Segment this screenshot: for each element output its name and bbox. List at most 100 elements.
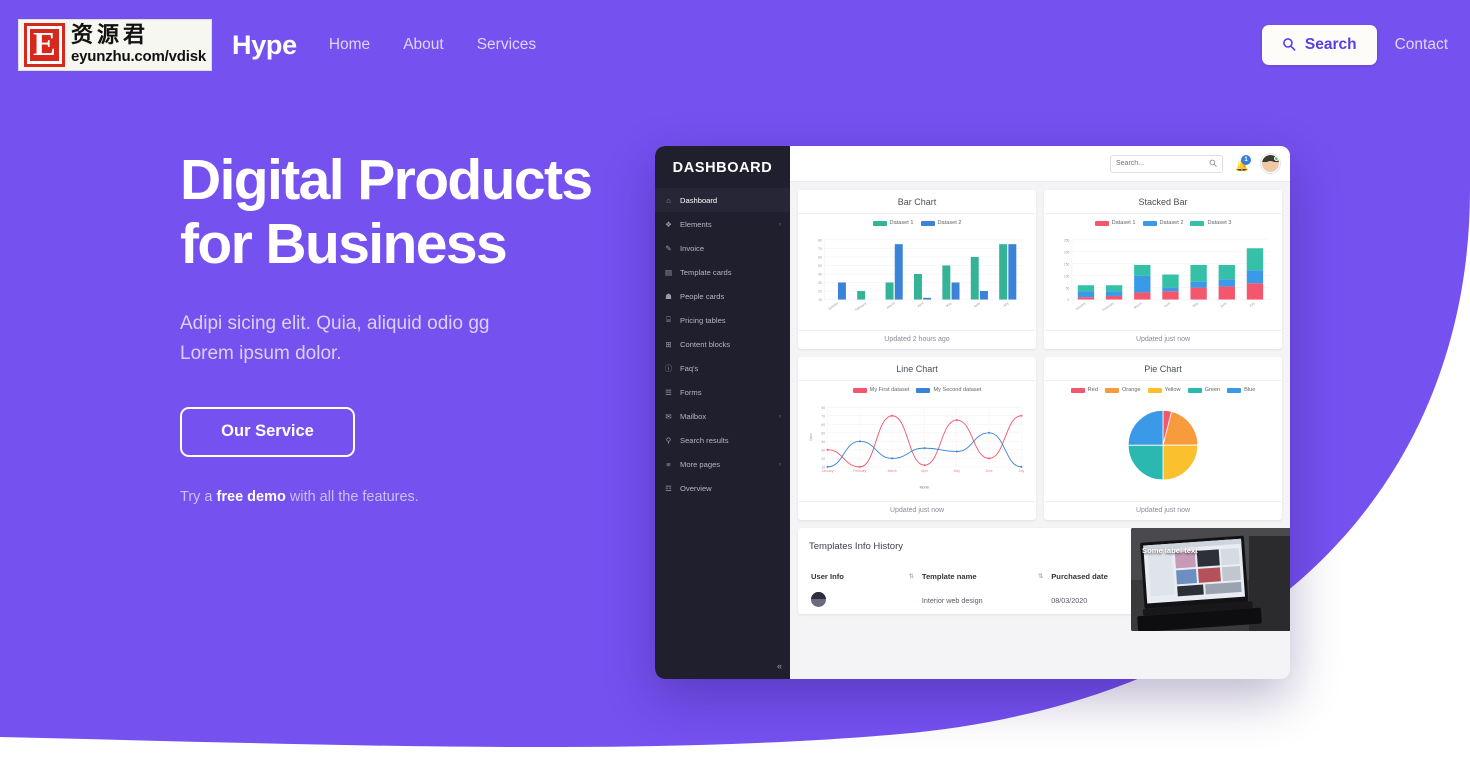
stacked-bar-chart-plot: 0 50 100 150 200 250 January February March April…: [1052, 228, 1274, 328]
navbar: E 资源君 eyunzhu.com/vdisk Hype Home About …: [0, 0, 1470, 90]
legend-entry[interactable]: My First dataset: [852, 387, 909, 393]
chevron-left-double-icon[interactable]: «: [777, 661, 782, 671]
pen-icon: ✎: [665, 243, 672, 253]
sidebar-item-label: Invoice: [680, 243, 705, 253]
line-chart-title: Line Chart: [798, 357, 1036, 381]
table-cell-user-info: [809, 587, 920, 614]
legend-label: Blue: [1244, 387, 1256, 393]
avatar-face: [1265, 161, 1276, 172]
bar-chart-footer: Updated 2 hours ago: [798, 330, 1036, 349]
home-icon: ⌂: [666, 195, 671, 205]
legend-swatch: [1142, 220, 1157, 226]
dashboard-topbar: 🔔 1: [790, 146, 1290, 182]
search-button[interactable]: Search: [1261, 25, 1377, 65]
sidebar-item-label: Search results: [680, 435, 729, 445]
table-title: Templates Info History: [809, 541, 903, 552]
legend-entry[interactable]: Dataset 3: [1190, 220, 1231, 226]
bar-chart-svg: 10 20 30 40 50 60 70 80 January February March Apri…: [818, 239, 1024, 312]
hero-note: Try a free demo with all the features.: [180, 489, 650, 505]
svg-text:June: June: [985, 469, 992, 473]
pie-chart-legend: Red Orange Yellow Green Blue: [1052, 387, 1274, 393]
table-column-header[interactable]: Template name ⇅: [920, 569, 1049, 587]
legend-swatch: [1190, 220, 1205, 226]
svg-text:March: March: [1133, 301, 1143, 310]
hero-title-line-2: for Business: [180, 212, 508, 277]
legend-entry[interactable]: My Second dataset: [916, 387, 981, 393]
legend-label: My Second dataset: [933, 387, 982, 393]
pie-chart-plot: [1052, 395, 1274, 497]
sidebar-item-faq-s[interactable]: ⓘ Faq's: [655, 356, 790, 380]
notifications-button[interactable]: 🔔 1: [1234, 154, 1251, 173]
search-icon: [1282, 37, 1296, 54]
search-icon: [1209, 159, 1217, 169]
legend-entry[interactable]: Orange: [1104, 387, 1141, 393]
legend-entry[interactable]: Dataset 2: [920, 220, 961, 226]
svg-text:30: 30: [821, 448, 825, 452]
nav-link-about[interactable]: About: [403, 36, 444, 54]
svg-text:250: 250: [1064, 239, 1070, 243]
svg-text:80: 80: [818, 239, 822, 243]
legend-swatch: [1147, 387, 1162, 393]
sidebar-item-pricing-tables[interactable]: ⌸ Pricing tables: [655, 308, 790, 332]
legend-entry[interactable]: Blue: [1227, 387, 1255, 393]
legend-entry[interactable]: Green: [1187, 387, 1220, 393]
dashboard-search-field[interactable]: [1110, 154, 1223, 173]
nav-link-home[interactable]: Home: [329, 36, 370, 54]
legend-entry[interactable]: Dataset 1: [872, 220, 914, 226]
svg-text:100: 100: [1064, 274, 1070, 278]
nav-link-contact[interactable]: Contact: [1395, 36, 1448, 54]
avatar[interactable]: [1261, 154, 1280, 173]
brand[interactable]: E 资源君 eyunzhu.com/vdisk Hype: [18, 19, 297, 71]
svg-text:Month: Month: [920, 485, 930, 489]
our-service-button[interactable]: Our Service: [180, 406, 355, 457]
dashboard-body: Bar Chart Dataset 1 Dataset 2 10 20 30 40 50 6…: [790, 182, 1290, 679]
dashboard-search-input[interactable]: [1116, 160, 1209, 167]
legend-label: Dataset 3: [1207, 220, 1232, 226]
sidebar-item-template-cards[interactable]: ▤ Template cards: [655, 260, 790, 284]
legend-entry[interactable]: Red: [1070, 387, 1098, 393]
line-chart-svg: 1020304050607080January February March Apri…: [809, 406, 1025, 490]
legend-entry[interactable]: Dataset 1: [1094, 220, 1136, 226]
sort-icon[interactable]: ⇅: [1038, 573, 1043, 580]
sidebar-item-elements[interactable]: ❖ Elements ›: [655, 212, 790, 236]
bar-chart-title: Bar Chart: [798, 190, 1036, 214]
sidebar-item-label: Content blocks: [680, 339, 731, 349]
legend-label: Orange: [1121, 387, 1141, 393]
brand-name[interactable]: Hype: [232, 30, 297, 61]
legend-entry[interactable]: Yellow: [1147, 387, 1181, 393]
nav-link-services[interactable]: Services: [477, 36, 536, 54]
sidebar-item-label: People cards: [680, 291, 725, 301]
logo-url-text: eyunzhu.com/vdisk: [71, 48, 206, 66]
svg-text:April: April: [916, 301, 924, 308]
legend-swatch: [1227, 387, 1242, 393]
sidebar-item-search-results[interactable]: ⚲ Search results: [655, 428, 790, 452]
sort-icon[interactable]: ⇅: [909, 573, 914, 580]
watermark-logo: E 资源君 eyunzhu.com/vdisk: [18, 19, 212, 71]
bar-chart-plot: 10 20 30 40 50 60 70 80 January February March Apri…: [806, 228, 1028, 328]
sidebar-item-invoice[interactable]: ✎ Invoice: [655, 236, 790, 260]
chart-card-grid: Bar Chart Dataset 1 Dataset 2 10 20 30 40 50 6…: [798, 190, 1282, 520]
legend-swatch: [1187, 387, 1202, 393]
nav-links: Home About Services: [329, 36, 536, 54]
sidebar-item-forms[interactable]: ☰ Forms: [655, 380, 790, 404]
mail-icon: ✉: [665, 411, 672, 421]
chevron-right-icon: ›: [778, 412, 781, 420]
sidebar-item-dashboard[interactable]: ⌂ Dashboard: [655, 188, 790, 212]
svg-text:80: 80: [821, 406, 825, 410]
dashboard-mockup: DASHBOARD ⌂ Dashboard ❖ Elements › ✎ Invoice ▤ T…: [655, 146, 1290, 679]
table-column-header[interactable]: User Info ⇅: [809, 569, 920, 587]
sidebar-item-people-cards[interactable]: ☗ People cards: [655, 284, 790, 308]
table-cell-template-name: Interior web design: [921, 596, 983, 605]
sidebar-item-content-blocks[interactable]: ⊞ Content blocks: [655, 332, 790, 356]
svg-text:200: 200: [1064, 250, 1070, 254]
legend-entry[interactable]: Dataset 2: [1142, 220, 1183, 226]
chevron-right-icon: ›: [778, 220, 781, 228]
search-icon: ⚲: [665, 435, 672, 445]
hero-copy: Digital Products for Business Adipi sici…: [180, 148, 650, 505]
sidebar-item-overview[interactable]: ☲ Overview: [655, 476, 790, 500]
sidebar-item-mailbox[interactable]: ✉ Mailbox ›: [655, 404, 790, 428]
hero-note-strong[interactable]: free demo: [217, 489, 286, 505]
legend-label: Red: [1087, 387, 1098, 393]
chart-icon: ☲: [665, 483, 672, 493]
sidebar-item-more-pages[interactable]: ≡ More pages ›: [655, 452, 790, 476]
